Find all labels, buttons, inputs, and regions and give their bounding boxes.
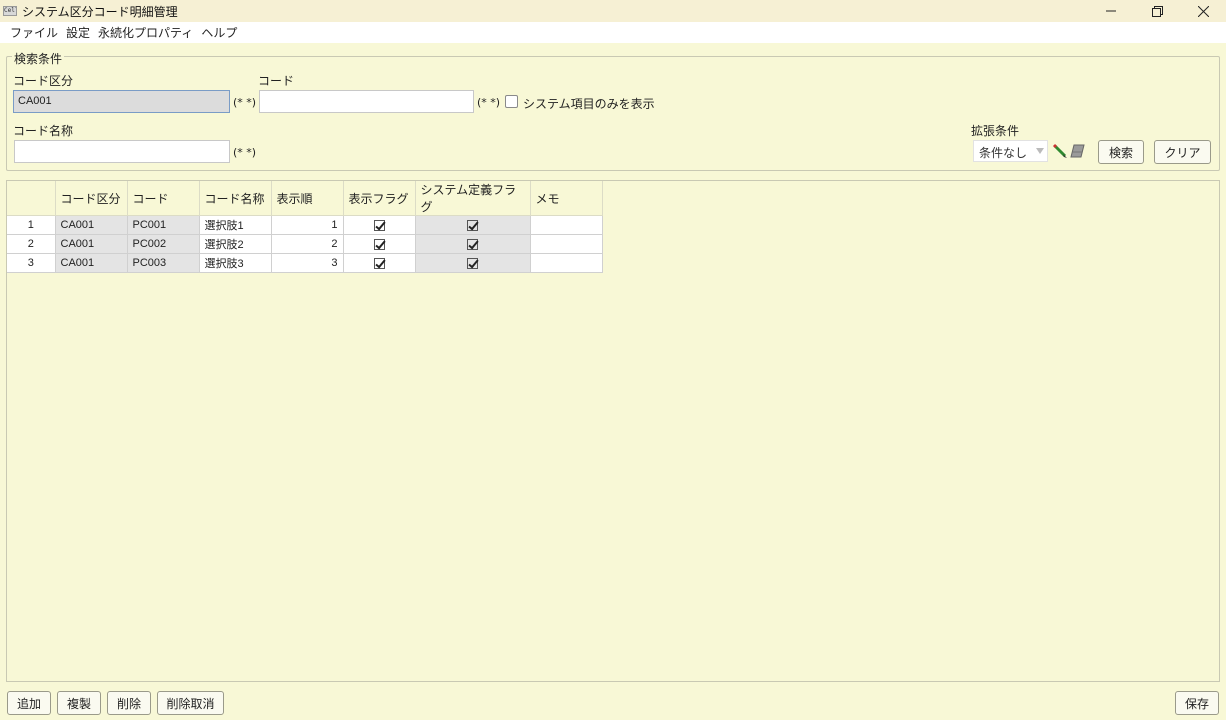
- code-kubun-label: コード区分: [13, 74, 74, 88]
- title-bar: Cell システム区分コード明細管理: [0, 0, 1226, 22]
- code-name-label: コード名称: [13, 124, 74, 138]
- cell-code[interactable]: PC002: [127, 234, 200, 254]
- code-label: コード: [258, 74, 295, 88]
- chevron-down-icon: [1036, 148, 1044, 154]
- menu-settings[interactable]: 設定: [62, 24, 94, 41]
- close-icon: [1197, 5, 1209, 17]
- cell-memo[interactable]: [530, 215, 603, 235]
- ext-condition-label: 拡張条件: [971, 124, 1020, 138]
- code-name-hint: (* *): [233, 146, 257, 159]
- cell-memo[interactable]: [530, 253, 603, 273]
- window-title: システム区分コード明細管理: [22, 4, 178, 19]
- code-field[interactable]: [259, 90, 474, 113]
- cell-system-flag[interactable]: [415, 215, 531, 235]
- data-grid: コード区分 コード コード名称 表示順 表示フラグ システム定義フラグ メモ 1…: [6, 180, 1220, 682]
- row-number[interactable]: 3: [7, 253, 56, 273]
- ext-condition-select[interactable]: 条件なし: [973, 140, 1048, 162]
- menu-persistence-properties[interactable]: 永続化プロパティ: [94, 24, 197, 41]
- column-header-code-kubun[interactable]: コード区分: [55, 181, 128, 216]
- cell-code[interactable]: PC003: [127, 253, 200, 273]
- checkmark-icon: [467, 238, 478, 250]
- undelete-button[interactable]: 削除取消: [157, 691, 224, 715]
- restore-button[interactable]: [1134, 0, 1180, 22]
- cell-display-order[interactable]: 1: [271, 215, 344, 235]
- column-header-memo[interactable]: メモ: [530, 181, 603, 216]
- cell-display-flag[interactable]: [343, 253, 416, 273]
- table-header-row: コード区分 コード コード名称 表示順 表示フラグ システム定義フラグ メモ: [7, 181, 603, 216]
- cell-code-kubun[interactable]: CA001: [55, 253, 128, 273]
- system-only-checkbox[interactable]: [505, 95, 518, 108]
- search-button[interactable]: 検索: [1098, 140, 1144, 164]
- code-hint: (* *): [477, 96, 501, 109]
- delete-button[interactable]: 削除: [107, 691, 151, 715]
- cell-display-order[interactable]: 3: [271, 253, 344, 273]
- menu-bar: ファイル 設定 永続化プロパティ ヘルプ: [0, 22, 1226, 43]
- cell-display-flag[interactable]: [343, 234, 416, 254]
- cell-display-flag[interactable]: [343, 215, 416, 235]
- code-kubun-hint: (* *): [233, 96, 257, 109]
- checkmark-icon: [373, 219, 385, 231]
- save-button[interactable]: 保存: [1175, 691, 1219, 715]
- add-button[interactable]: 追加: [7, 691, 51, 715]
- row-number[interactable]: 1: [7, 215, 56, 235]
- system-only-label: システム項目のみを表示: [523, 97, 655, 111]
- checkmark-icon: [467, 257, 478, 269]
- checkmark-icon: [373, 257, 385, 269]
- app-icon: Cell: [3, 6, 17, 16]
- checkmark-icon: [467, 219, 478, 231]
- column-header-display-order[interactable]: 表示順: [271, 181, 344, 216]
- menu-file[interactable]: ファイル: [6, 24, 62, 41]
- cell-system-flag[interactable]: [415, 253, 531, 273]
- cell-code[interactable]: PC001: [127, 215, 200, 235]
- row-number-header: [7, 181, 56, 216]
- eraser-icon[interactable]: [1069, 143, 1086, 159]
- ext-condition-selected: 条件なし: [979, 146, 1028, 160]
- clear-button[interactable]: クリア: [1154, 140, 1211, 164]
- menu-help[interactable]: ヘルプ: [197, 24, 241, 41]
- cell-display-order[interactable]: 2: [271, 234, 344, 254]
- minimize-icon: [1106, 10, 1116, 12]
- copy-button[interactable]: 複製: [57, 691, 101, 715]
- cell-code-kubun[interactable]: CA001: [55, 234, 128, 254]
- column-header-code-name[interactable]: コード名称: [199, 181, 272, 216]
- row-number[interactable]: 2: [7, 234, 56, 254]
- code-kubun-field[interactable]: CA001: [13, 90, 230, 113]
- column-header-system-flag[interactable]: システム定義フラグ: [415, 181, 531, 216]
- cell-system-flag[interactable]: [415, 234, 531, 254]
- close-button[interactable]: [1180, 0, 1226, 22]
- cell-code-name[interactable]: 選択肢1: [199, 215, 272, 235]
- minimize-button[interactable]: [1088, 0, 1134, 22]
- code-name-field[interactable]: [14, 140, 230, 163]
- search-conditions-title: 検索条件: [12, 50, 65, 67]
- table-row[interactable]: 3 CA001 PC003 選択肢3 3: [7, 253, 603, 273]
- cell-code-name[interactable]: 選択肢2: [199, 234, 272, 254]
- restore-icon: [1151, 5, 1163, 17]
- pencil-icon[interactable]: [1052, 143, 1068, 159]
- column-header-code[interactable]: コード: [127, 181, 200, 216]
- column-header-display-flag[interactable]: 表示フラグ: [343, 181, 416, 216]
- cell-code-kubun[interactable]: CA001: [55, 215, 128, 235]
- checkmark-icon: [373, 238, 385, 250]
- code-detail-table: コード区分 コード コード名称 表示順 表示フラグ システム定義フラグ メモ 1…: [7, 181, 603, 273]
- cell-memo[interactable]: [530, 234, 603, 254]
- cell-code-name[interactable]: 選択肢3: [199, 253, 272, 273]
- table-row[interactable]: 1 CA001 PC001 選択肢1 1: [7, 215, 603, 235]
- table-row[interactable]: 2 CA001 PC002 選択肢2 2: [7, 234, 603, 254]
